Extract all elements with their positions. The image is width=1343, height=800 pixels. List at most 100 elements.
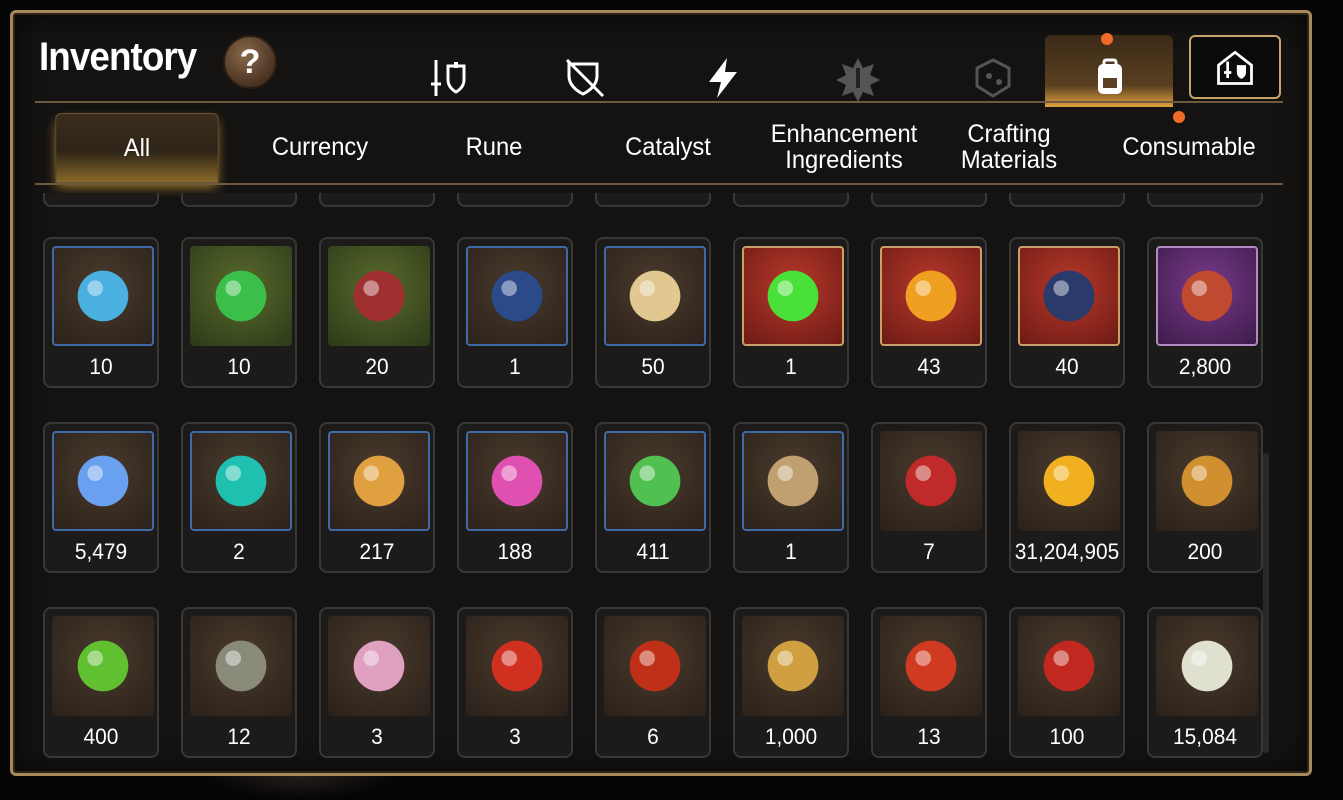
item-slot[interactable]: 1 xyxy=(733,237,849,388)
storage-house-button[interactable] xyxy=(1189,35,1281,99)
item-quantity: 1 xyxy=(785,354,797,379)
item-quantity: 1,000 xyxy=(764,724,818,749)
stone-compass-icon xyxy=(190,616,292,716)
tab-enhancement-ingredients[interactable]: Enhancement Ingredients xyxy=(754,113,935,181)
item-slot-partial[interactable] xyxy=(319,193,435,207)
green-rune-gem-icon xyxy=(190,246,292,346)
item-slot-partial[interactable] xyxy=(1009,193,1125,207)
blue-charm-icon xyxy=(1018,246,1120,346)
item-quantity: 2 xyxy=(233,539,245,564)
notification-dot xyxy=(1101,33,1113,45)
item-slot[interactable]: 5,479 xyxy=(43,422,159,573)
item-slot[interactable]: 50 xyxy=(595,237,711,388)
item-quantity: 1 xyxy=(509,354,521,379)
tab-catalyst[interactable]: Catalyst xyxy=(587,113,749,181)
item-quantity: 100 xyxy=(1049,724,1085,749)
tab-crafting-materials[interactable]: Crafting Materials xyxy=(933,113,1085,181)
gold-fist-badge-icon xyxy=(742,616,844,716)
item-slot[interactable]: 400 xyxy=(43,607,159,758)
item-quantity: 200 xyxy=(1187,539,1223,564)
item-slot-partial[interactable] xyxy=(1147,193,1263,207)
item-quantity: 188 xyxy=(497,539,533,564)
item-slot[interactable]: 15,084 xyxy=(1147,607,1263,758)
item-quantity: 2,800 xyxy=(1178,354,1232,379)
blue-snowflake-gem-icon xyxy=(52,246,154,346)
item-slot[interactable]: 1 xyxy=(733,422,849,573)
red-banner-icon xyxy=(880,431,982,531)
item-slot[interactable]: 217 xyxy=(319,422,435,573)
item-slot-partial[interactable] xyxy=(43,193,159,207)
tab-consumable[interactable]: Consumable xyxy=(1104,113,1275,181)
root-herb-icon xyxy=(604,246,706,346)
item-slot[interactable]: 10 xyxy=(181,237,297,388)
item-quantity: 20 xyxy=(365,354,389,379)
red-bracelet-icon xyxy=(1018,616,1120,716)
fire-orb-icon xyxy=(604,616,706,716)
item-quantity: 10 xyxy=(89,354,113,379)
tab-rune[interactable]: Rune xyxy=(413,113,575,181)
claw-fang-icon xyxy=(328,246,430,346)
item-quantity: 3 xyxy=(371,724,383,749)
amber-crystal-icon xyxy=(880,246,982,346)
red-ring-icon xyxy=(1156,246,1258,346)
item-slot[interactable]: 3 xyxy=(319,607,435,758)
item-slot[interactable]: 1 xyxy=(457,237,573,388)
item-quantity: 1 xyxy=(785,539,797,564)
item-quantity: 411 xyxy=(636,539,670,564)
item-slot[interactable]: 2,800 xyxy=(1147,237,1263,388)
item-quantity: 217 xyxy=(359,539,395,564)
item-quantity: 3 xyxy=(509,724,521,749)
header-divider xyxy=(35,101,1283,103)
item-slot[interactable]: 7 xyxy=(871,422,987,573)
item-slot[interactable]: 200 xyxy=(1147,422,1263,573)
item-slot[interactable]: 20 xyxy=(319,237,435,388)
item-slot[interactable]: 411 xyxy=(595,422,711,573)
item-grid: 10 10 20 1 50 1 43 40 2,800 5,479 2 217 188 411 1 7 31,2… xyxy=(43,193,1283,773)
item-slot[interactable]: 3 xyxy=(457,607,573,758)
inventory-panel: Inventory ? All Currency Rune Catalyst E… xyxy=(10,10,1312,776)
pink-crystal-pile-icon xyxy=(466,431,568,531)
green-orb-icon xyxy=(742,246,844,346)
item-slot[interactable]: 40 xyxy=(1009,237,1125,388)
item-slot-partial[interactable] xyxy=(457,193,573,207)
item-quantity: 12 xyxy=(227,724,251,749)
scrollbar[interactable] xyxy=(1263,453,1269,753)
star-amulet-icon xyxy=(328,431,430,531)
item-slot-partial[interactable] xyxy=(181,193,297,207)
item-quantity: 15,084 xyxy=(1173,724,1237,749)
item-slot[interactable]: 1,000 xyxy=(733,607,849,758)
storage-house-icon xyxy=(1217,50,1253,85)
item-slot[interactable]: 43 xyxy=(871,237,987,388)
red-leaf-icon xyxy=(880,616,982,716)
help-button[interactable]: ? xyxy=(223,35,277,89)
item-slot[interactable]: 100 xyxy=(1009,607,1125,758)
page-title: Inventory xyxy=(39,35,197,79)
item-slot[interactable]: 12 xyxy=(181,607,297,758)
tab-all[interactable]: All xyxy=(55,113,219,183)
item-quantity: 5,479 xyxy=(74,539,128,564)
teal-crystal-icon xyxy=(190,431,292,531)
item-slot[interactable]: 10 xyxy=(43,237,159,388)
robot-orb-icon xyxy=(328,616,430,716)
item-slot[interactable]: 2 xyxy=(181,422,297,573)
item-quantity: 10 xyxy=(227,354,251,379)
item-slot[interactable]: 6 xyxy=(595,607,711,758)
item-quantity: 43 xyxy=(917,354,941,379)
item-slot-partial[interactable] xyxy=(871,193,987,207)
item-slot[interactable]: 188 xyxy=(457,422,573,573)
item-quantity: 50 xyxy=(641,354,665,379)
item-slot-partial[interactable] xyxy=(595,193,711,207)
item-slot[interactable]: 31,204,905 xyxy=(1009,422,1125,573)
green-heart-icon xyxy=(52,616,154,716)
blue-crystal-icon xyxy=(52,431,154,531)
item-quantity: 6 xyxy=(647,724,659,749)
item-slot-partial[interactable] xyxy=(733,193,849,207)
gold-coin-icon xyxy=(1018,431,1120,531)
tab-currency[interactable]: Currency xyxy=(239,113,401,181)
pen-nib-icon xyxy=(742,431,844,531)
item-quantity: 40 xyxy=(1055,354,1079,379)
chess-knight-icon xyxy=(1156,616,1258,716)
gold-emblem-icon xyxy=(1156,431,1258,531)
item-slot[interactable]: 13 xyxy=(871,607,987,758)
filter-tabs: All Currency Rune Catalyst Enhancement I… xyxy=(49,113,1289,189)
